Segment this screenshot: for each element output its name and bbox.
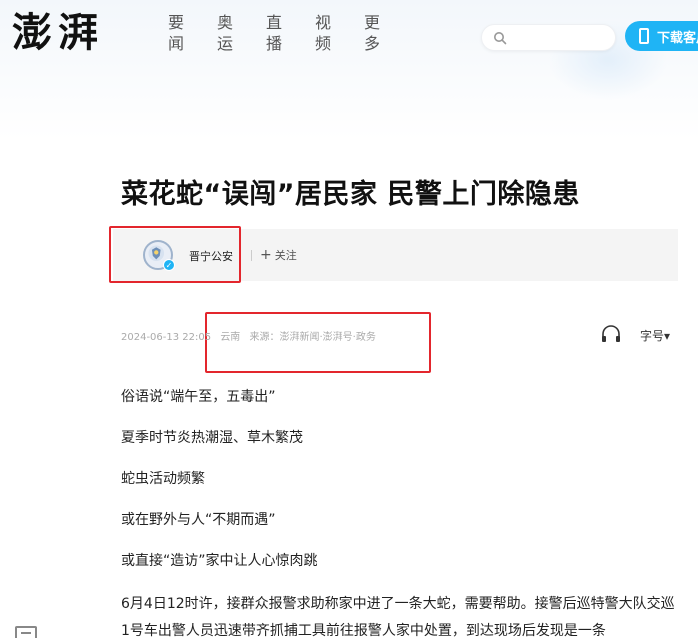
nav-item-label: 更 (364, 13, 381, 32)
nav-item-label: 视 (315, 13, 332, 32)
article-source: 来源：澎湃新闻·澎湃号·政务 (249, 332, 376, 343)
plus-icon: + (260, 247, 272, 263)
nav-item-label: 闻 (168, 34, 185, 53)
search-icon (494, 32, 507, 45)
article-paragraph: 或直接“造访”家中让人心惊肉跳 (121, 553, 318, 569)
logo[interactable]: 澎湃 (12, 8, 104, 58)
search-input[interactable] (481, 24, 616, 51)
nav-item-label: 频 (315, 34, 332, 53)
follow-label: 关注 (274, 249, 297, 262)
publish-datetime: 2024-06-13 22:05 (121, 332, 212, 343)
nav-item-label: 运 (217, 34, 234, 53)
nav-item-news[interactable]: 要 闻 (168, 12, 217, 54)
download-app-label: 下载客户端 (657, 30, 698, 46)
nav-item-live[interactable]: 直 播 (266, 12, 315, 54)
article-paragraph: 俗语说“端午至，五毒出” (121, 389, 276, 405)
nav-item-label: 要 (168, 13, 185, 32)
phone-icon (639, 28, 649, 44)
article-paragraph: 蛇虫活动频繁 (121, 471, 205, 487)
nav-item-more[interactable]: 更 多 (364, 12, 413, 54)
publish-location: 云南 (220, 332, 241, 343)
top-nav: 要 闻 奥 运 直 播 视 频 更 多 (168, 12, 413, 54)
nav-item-label: 多 (364, 34, 381, 53)
article-title: 菜花蛇“误闯”居民家 民警上门除隐患 (121, 179, 580, 210)
article-meta: 2024-06-13 22:05 云南 来源：澎湃新闻·澎湃号·政务 (121, 328, 382, 343)
article-paragraph: 6月4日12时许，接群众报警求助称家中进了一条大蛇，需要帮助。接警后巡特警大队交… (121, 596, 675, 638)
nav-item-video[interactable]: 视 频 (315, 12, 364, 54)
follow-button[interactable]: + 关注 (260, 247, 297, 263)
article-paragraph: 夏季时节炎热潮湿、草木繁茂 (121, 430, 303, 446)
side-toolbar-icon[interactable] (15, 626, 37, 638)
nav-item-label: 播 (266, 34, 283, 53)
highlight-box-author (109, 226, 241, 283)
article-paragraph: 或在野外与人“不期而遇” (121, 512, 276, 528)
nav-item-label: 直 (266, 13, 283, 32)
font-size-button[interactable]: 字号▾ (640, 327, 670, 344)
headphone-icon[interactable] (601, 325, 621, 343)
nav-item-olympics[interactable]: 奥 运 (217, 12, 266, 54)
download-app-button[interactable]: 下载客户端 (625, 21, 698, 51)
author-divider (251, 250, 252, 261)
nav-item-label: 奥 (217, 13, 234, 32)
